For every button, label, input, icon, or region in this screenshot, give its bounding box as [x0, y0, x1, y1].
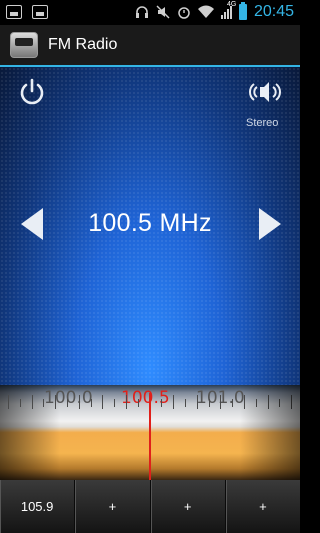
dial-tick — [43, 399, 45, 407]
signal-icon: 4G — [220, 1, 236, 19]
preset-bar: 105.9 + + + — [0, 480, 300, 533]
preset-button[interactable]: 105.9 — [0, 480, 76, 533]
power-icon[interactable] — [17, 77, 47, 107]
dial-tick — [244, 395, 245, 409]
status-bar: 4G 20:45 — [0, 0, 300, 25]
dial-tick — [208, 399, 210, 407]
preset-button[interactable]: + — [75, 480, 151, 533]
dial-tick — [8, 395, 9, 409]
dial-tick — [220, 395, 222, 409]
dial-tick — [267, 395, 269, 409]
dial-tick — [196, 395, 198, 409]
preset-button[interactable]: + — [226, 480, 300, 533]
audio-mode-label: Stereo — [246, 117, 279, 129]
signal-label: 4G — [226, 1, 237, 8]
tuning-needle[interactable] — [149, 393, 151, 489]
dial-tick — [31, 395, 33, 409]
frequency-display: 100.5 MHz — [88, 209, 212, 237]
speaker-icon[interactable] — [248, 79, 284, 105]
dial-tick — [102, 395, 104, 409]
dial-label: 100.0 — [44, 388, 93, 408]
right-arrow-icon[interactable] — [259, 208, 281, 240]
image-icon — [32, 5, 48, 19]
action-bar: FM Radio — [0, 25, 300, 67]
headphones-icon — [135, 6, 148, 18]
radio-panel: Stereo 100.5 MHz — [0, 67, 300, 385]
dial-tick — [55, 395, 57, 409]
preset-button[interactable]: + — [151, 480, 226, 533]
dial-tick — [90, 399, 92, 407]
alarm-icon — [178, 7, 190, 19]
dial-tick — [232, 399, 234, 407]
dial-tick — [126, 395, 127, 409]
dial-tick — [291, 395, 293, 409]
dial-tick — [255, 399, 257, 407]
dial-tick — [173, 395, 175, 409]
mute-icon — [156, 5, 170, 19]
app-title: FM Radio — [48, 36, 118, 53]
gallery-icon — [6, 5, 22, 19]
dial-tick — [137, 399, 139, 407]
radio-app-icon[interactable] — [10, 32, 38, 58]
clock: 20:45 — [253, 3, 294, 20]
dial-tick — [114, 399, 116, 407]
dial-tick — [279, 399, 281, 407]
dial-tick — [67, 399, 68, 407]
dial-tick — [78, 395, 80, 409]
wifi-icon — [197, 5, 214, 18]
dial-tick — [19, 399, 21, 407]
dial-tick — [161, 399, 163, 407]
dial-tick — [185, 399, 186, 407]
battery-icon — [238, 2, 247, 20]
